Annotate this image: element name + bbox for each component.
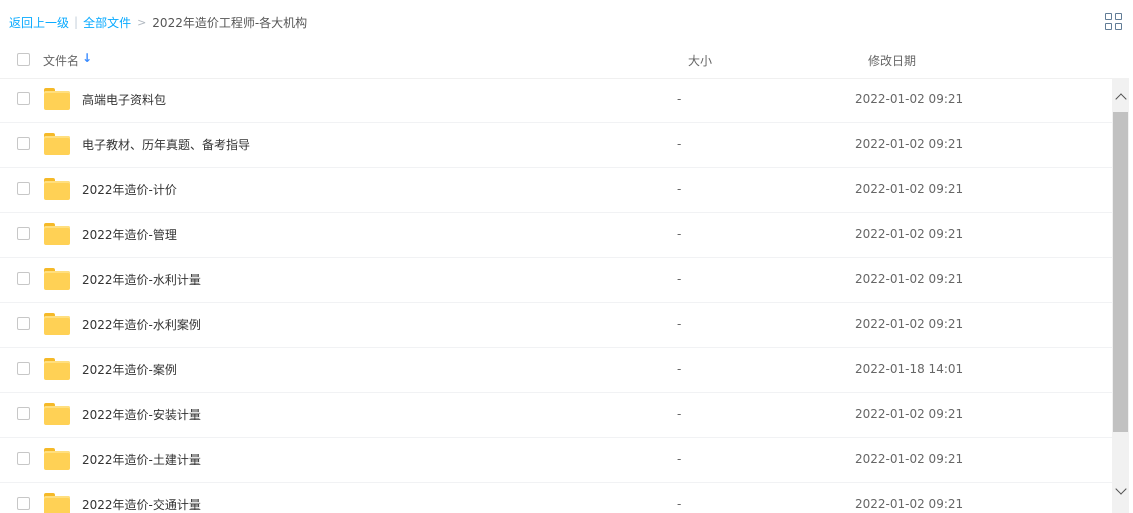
vertical-scrollbar[interactable] <box>1112 78 1129 513</box>
list-header: 文件名 ↓ 大小 修改日期 <box>0 42 1129 79</box>
file-name[interactable]: 2022年造价-土建计量 <box>82 451 201 468</box>
file-row[interactable]: 2022年造价-案例 - 2022-01-18 14:01 <box>0 348 1112 393</box>
row-checkbox[interactable] <box>17 362 30 375</box>
folder-icon <box>44 493 70 513</box>
file-size: - <box>677 407 682 421</box>
file-size: - <box>677 497 682 511</box>
file-row[interactable]: 2022年造价-水利计量 - 2022-01-02 09:21 <box>0 258 1112 303</box>
name-column-header[interactable]: 文件名 <box>43 52 79 69</box>
size-column-header[interactable]: 大小 <box>688 52 712 69</box>
breadcrumb-arrow: > <box>137 15 147 29</box>
row-checkbox[interactable] <box>17 317 30 330</box>
file-name[interactable]: 高端电子资料包 <box>82 91 166 108</box>
folder-icon <box>44 448 70 470</box>
file-row[interactable]: 2022年造价-管理 - 2022-01-02 09:21 <box>0 213 1112 258</box>
file-size: - <box>677 317 682 331</box>
file-date: 2022-01-18 14:01 <box>855 362 964 376</box>
current-folder-label: 2022年造价工程师-各大机构 <box>152 15 308 30</box>
file-date: 2022-01-02 09:21 <box>855 92 964 106</box>
breadcrumb-separator: | <box>74 15 79 29</box>
file-name[interactable]: 2022年造价-案例 <box>82 361 177 378</box>
file-date: 2022-01-02 09:21 <box>855 452 964 466</box>
file-row[interactable]: 2022年造价-安装计量 - 2022-01-02 09:21 <box>0 393 1112 438</box>
file-row[interactable]: 2022年造价-交通计量 - 2022-01-02 09:21 <box>0 483 1112 513</box>
file-size: - <box>677 362 682 376</box>
file-date: 2022-01-02 09:21 <box>855 272 964 286</box>
file-size: - <box>677 182 682 196</box>
folder-icon <box>44 403 70 425</box>
file-name[interactable]: 2022年造价-安装计量 <box>82 406 201 423</box>
select-all-checkbox[interactable] <box>17 53 30 66</box>
file-name[interactable]: 2022年造价-水利案例 <box>82 316 201 333</box>
file-list: 高端电子资料包 - 2022-01-02 09:21 电子教材、历年真题、备考指… <box>0 78 1112 513</box>
folder-icon <box>44 313 70 335</box>
file-size: - <box>677 452 682 466</box>
folder-icon <box>44 133 70 155</box>
grid-view-icon[interactable] <box>1105 13 1123 31</box>
file-date: 2022-01-02 09:21 <box>855 227 964 241</box>
row-checkbox[interactable] <box>17 407 30 420</box>
file-name[interactable]: 2022年造价-管理 <box>82 226 177 243</box>
file-name[interactable]: 2022年造价-水利计量 <box>82 271 201 288</box>
file-row[interactable]: 2022年造价-水利案例 - 2022-01-02 09:21 <box>0 303 1112 348</box>
breadcrumb: 返回上一级 | 全部文件 > 2022年造价工程师-各大机构 <box>9 14 307 30</box>
file-name[interactable]: 2022年造价-交通计量 <box>82 496 201 513</box>
file-date: 2022-01-02 09:21 <box>855 182 964 196</box>
all-files-link[interactable]: 全部文件 <box>83 14 131 31</box>
file-date: 2022-01-02 09:21 <box>855 137 964 151</box>
row-checkbox[interactable] <box>17 452 30 465</box>
row-checkbox[interactable] <box>17 227 30 240</box>
sort-arrow-down-icon[interactable]: ↓ <box>82 51 92 65</box>
folder-icon <box>44 268 70 290</box>
file-size: - <box>677 92 682 106</box>
row-checkbox[interactable] <box>17 92 30 105</box>
row-checkbox[interactable] <box>17 137 30 150</box>
row-checkbox[interactable] <box>17 182 30 195</box>
toolbar: 返回上一级 | 全部文件 > 2022年造价工程师-各大机构 <box>0 0 1133 42</box>
date-column-header[interactable]: 修改日期 <box>868 52 916 69</box>
scrollbar-thumb[interactable] <box>1113 112 1128 432</box>
file-name[interactable]: 电子教材、历年真题、备考指导 <box>82 136 250 153</box>
folder-icon <box>44 88 70 110</box>
file-name[interactable]: 2022年造价-计价 <box>82 181 177 198</box>
file-size: - <box>677 227 682 241</box>
row-checkbox[interactable] <box>17 497 30 510</box>
file-date: 2022-01-02 09:21 <box>855 407 964 421</box>
row-checkbox[interactable] <box>17 272 30 285</box>
file-size: - <box>677 272 682 286</box>
folder-icon <box>44 358 70 380</box>
file-date: 2022-01-02 09:21 <box>855 497 964 511</box>
scroll-up-icon[interactable] <box>1112 88 1129 105</box>
file-date: 2022-01-02 09:21 <box>855 317 964 331</box>
file-size: - <box>677 137 682 151</box>
file-row[interactable]: 高端电子资料包 - 2022-01-02 09:21 <box>0 78 1112 123</box>
file-row[interactable]: 2022年造价-计价 - 2022-01-02 09:21 <box>0 168 1112 213</box>
back-link[interactable]: 返回上一级 <box>9 14 69 31</box>
scroll-down-icon[interactable] <box>1112 482 1129 499</box>
folder-icon <box>44 178 70 200</box>
file-row[interactable]: 电子教材、历年真题、备考指导 - 2022-01-02 09:21 <box>0 123 1112 168</box>
file-row[interactable]: 2022年造价-土建计量 - 2022-01-02 09:21 <box>0 438 1112 483</box>
folder-icon <box>44 223 70 245</box>
